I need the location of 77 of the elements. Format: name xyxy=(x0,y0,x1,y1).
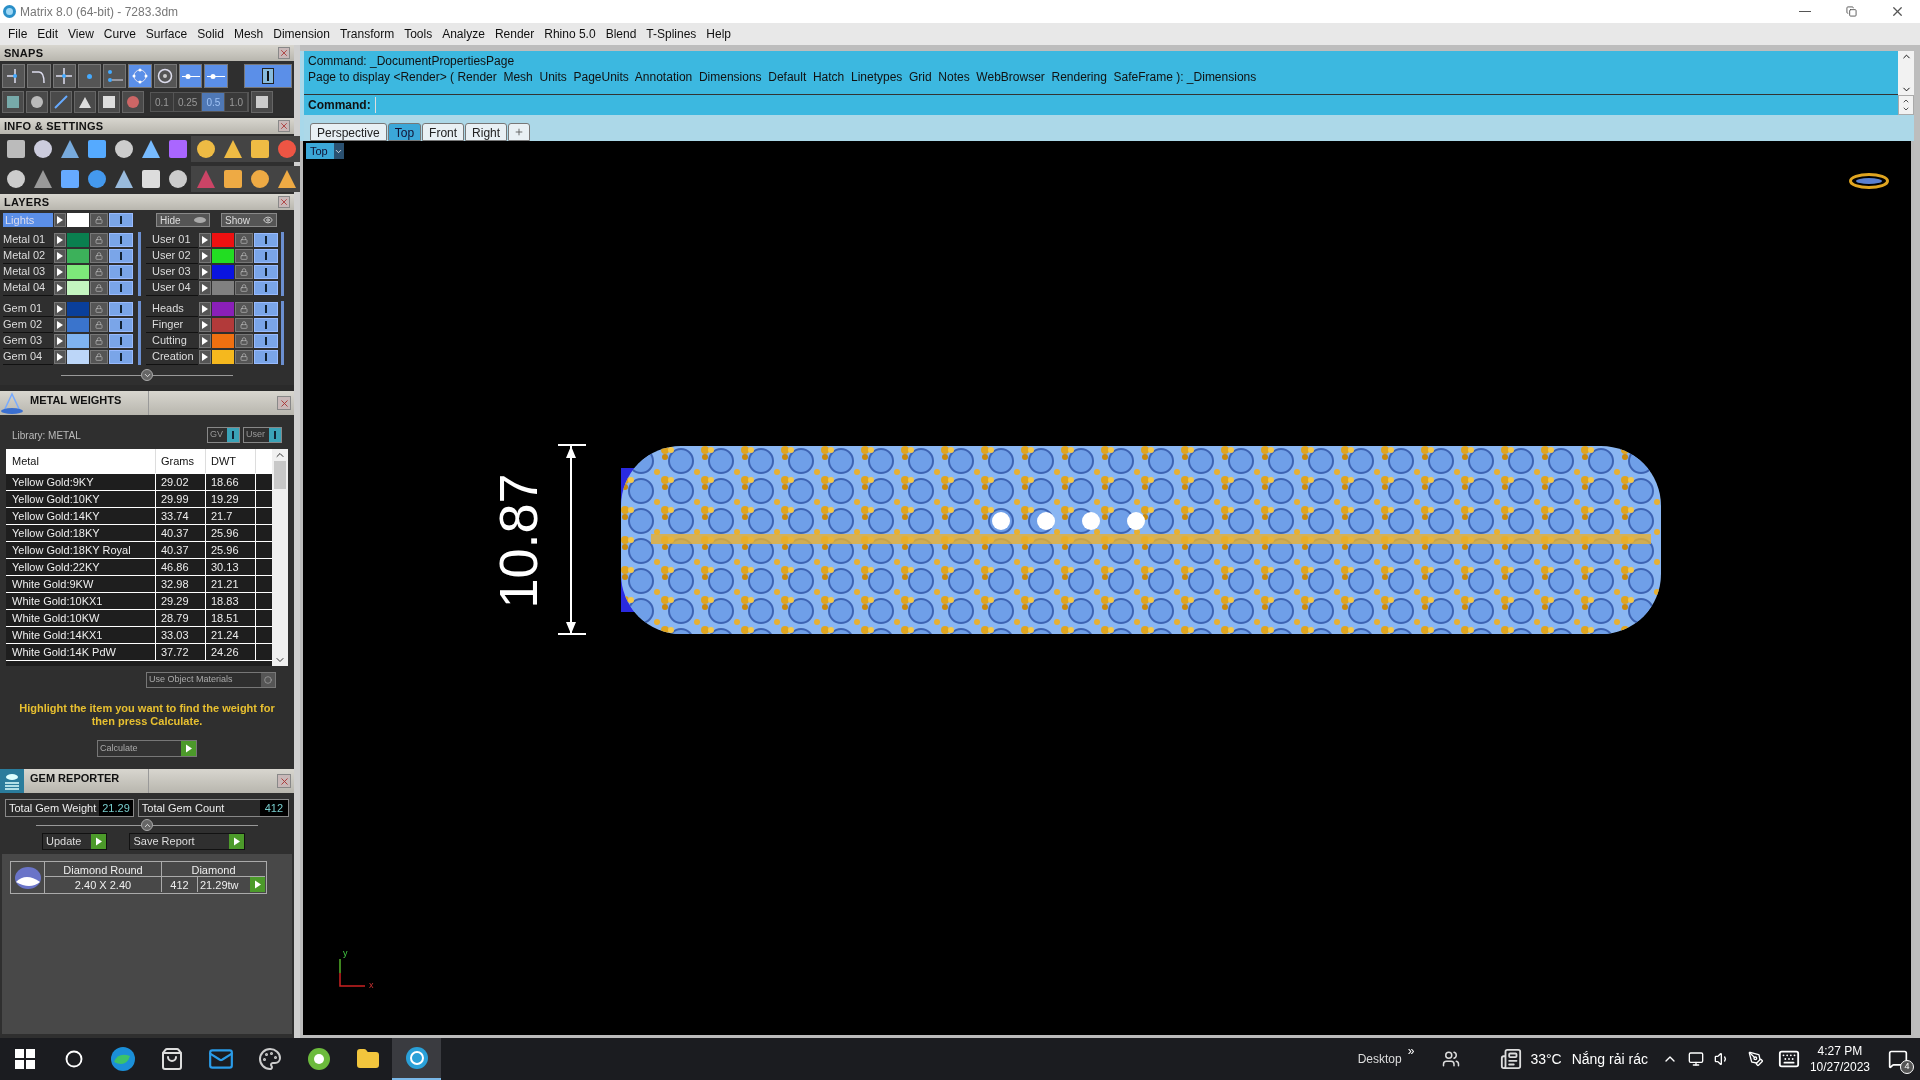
layer-name[interactable]: Gem 04 xyxy=(3,349,53,365)
menu-item[interactable]: Surface xyxy=(140,25,193,43)
viewport-tab[interactable]: Front xyxy=(422,123,465,141)
hint-text: Highlight the item you want to find the weight for then press Calculate. xyxy=(18,701,276,728)
clock-time[interactable]: 4:27 PM xyxy=(1817,1043,1863,1059)
total-count-label: Total Gem Count xyxy=(140,800,226,816)
command-history-line: Command: _DocumentPropertiesPage xyxy=(308,53,516,69)
layer-name[interactable]: Metal 02 xyxy=(3,248,53,264)
clock-date[interactable]: 10/27/2023 xyxy=(1809,1059,1870,1075)
update-button[interactable]: Update xyxy=(42,833,108,850)
viewport-tab[interactable]: Right xyxy=(465,123,508,141)
panel-title: INFO & SETTINGS xyxy=(4,118,104,134)
viewport-tab[interactable]: Top xyxy=(387,123,422,141)
toggle-button[interactable]: User xyxy=(243,427,282,443)
menu-item[interactable]: Curve xyxy=(98,25,141,43)
grid-step-button[interactable]: 1.0 xyxy=(225,93,249,111)
menu-item[interactable]: Tools xyxy=(399,25,438,43)
axis-label: y xyxy=(343,947,348,960)
command-label: Command: xyxy=(308,97,371,114)
save-report-button[interactable]: Save Report xyxy=(129,833,245,850)
grid-step-button[interactable]: 0.1 xyxy=(151,93,174,111)
panel-title: METAL WEIGHTS xyxy=(30,393,123,408)
total-weight-value: 21.29 xyxy=(99,800,133,816)
total-count-value: 412 xyxy=(259,800,288,816)
layer-name[interactable]: Creation xyxy=(146,349,198,365)
notification-count: 4 xyxy=(1900,1060,1914,1074)
table-cell-text: 21.29tw xyxy=(199,878,240,892)
layer-name[interactable]: User 04 xyxy=(146,280,198,296)
menu-item[interactable]: Render xyxy=(489,25,540,43)
menu-item[interactable]: Dimension xyxy=(268,25,335,43)
table-cell: 412 xyxy=(162,877,198,892)
layer-name[interactable]: User 01 xyxy=(146,232,198,248)
layer-name[interactable]: Gem 03 xyxy=(3,333,53,349)
weather-text[interactable]: Nắng rải rác xyxy=(1571,1048,1648,1070)
toggle-button[interactable]: GV xyxy=(206,427,240,443)
hide-button[interactable]: Hide xyxy=(156,213,210,227)
calculate-button[interactable]: Calculate xyxy=(97,740,197,757)
library-label: Library: METAL xyxy=(12,428,81,443)
layer-name[interactable]: Metal 01 xyxy=(3,232,53,248)
menu-item[interactable]: Analyze xyxy=(437,25,490,43)
dimension-value: 10.87 xyxy=(491,473,545,609)
menu-item[interactable]: File xyxy=(3,25,33,43)
window-title: Matrix 8.0 (64-bit) - 7283.3dm xyxy=(20,3,179,21)
layer-name[interactable]: Heads xyxy=(146,301,198,317)
table-cell: 2.40 X 2.40 xyxy=(45,877,162,892)
show-button[interactable]: Show xyxy=(221,213,277,227)
table-cell: Diamond Round xyxy=(45,862,162,876)
menu-item[interactable]: Mesh xyxy=(228,25,269,43)
menu-item[interactable]: Rhino 5.0 xyxy=(539,25,601,43)
layer-name[interactable]: Metal 04 xyxy=(3,280,53,296)
layer-name[interactable]: Cutting xyxy=(146,333,198,349)
layer-name[interactable]: Gem 01 xyxy=(3,301,53,317)
menu-item[interactable]: Transform xyxy=(334,25,400,43)
layer-name[interactable]: Gem 02 xyxy=(3,317,53,333)
menu-item[interactable]: Edit xyxy=(32,25,64,43)
layer-name[interactable]: User 02 xyxy=(146,248,198,264)
use-object-materials-toggle[interactable]: Use Object Materials xyxy=(146,672,276,688)
panel-title: SNAPS xyxy=(4,45,44,61)
table-cell-text: Diamond xyxy=(190,863,237,876)
layer-name[interactable]: Metal 03 xyxy=(3,264,53,280)
panel-title: LAYERS xyxy=(4,194,50,210)
menu-item[interactable]: Help xyxy=(701,25,737,43)
viewport-tab[interactable]: Perspective xyxy=(310,123,387,141)
panel-title: GEM REPORTER xyxy=(30,771,121,786)
layer-name[interactable]: User 03 xyxy=(146,264,198,280)
desktop-label[interactable]: Desktop xyxy=(1357,1050,1402,1068)
command-history-line: Page to display <Render> ( Render Mesh Units PageUnits Annotation Dimensions Default Hatch Linetypes Grid Notes WebBrowser Rendering SafeFrame ): _Dimensions xyxy=(308,69,1258,85)
total-weight-label: Total Gem Weight xyxy=(8,800,98,816)
temperature[interactable]: 33°C xyxy=(1530,1048,1562,1070)
layer-name[interactable]: Finger xyxy=(146,317,198,333)
overflow-chevron[interactable]: » xyxy=(1407,1042,1415,1060)
menu-item[interactable]: Solid xyxy=(192,25,229,43)
viewport-menu[interactable]: Top xyxy=(306,143,344,159)
menu-item[interactable]: Blend xyxy=(600,25,642,43)
menu-item[interactable]: T-Splines xyxy=(641,25,702,43)
axis-label: x xyxy=(369,979,374,992)
menu-item[interactable]: View xyxy=(63,25,99,43)
